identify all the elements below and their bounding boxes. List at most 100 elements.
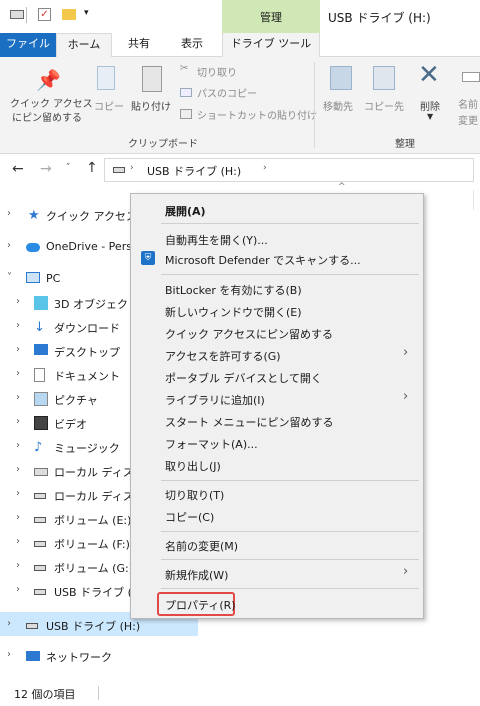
paste-button[interactable]: 貼り付け: [131, 98, 171, 113]
drive-icon: [113, 167, 125, 173]
sidebar-item-label: ダウンロード: [54, 322, 120, 335]
sidebar-item[interactable]: › ボリューム (F:): [0, 532, 130, 555]
drive-icon: [34, 517, 46, 523]
sidebar-item[interactable]: › 3D オブジェクト: [0, 292, 139, 315]
address-bar[interactable]: › USB ドライブ (H:) ›: [104, 158, 474, 182]
drive-icon: [34, 589, 46, 595]
sidebar-item[interactable]: ˅ PC: [0, 268, 130, 291]
sort-chevron-icon[interactable]: ^: [338, 182, 346, 192]
expand-chevron-right-icon[interactable]: ›: [16, 536, 20, 547]
expand-chevron-right-icon[interactable]: ›: [16, 440, 20, 451]
menu-item-bitlocker[interactable]: BitLocker を有効にする(B): [165, 282, 302, 298]
copy-button[interactable]: コピー: [94, 98, 124, 113]
expand-chevron-right-icon[interactable]: ›: [7, 208, 11, 219]
expand-chevron-right-icon[interactable]: ›: [7, 649, 11, 660]
tab-drive-tools[interactable]: ドライブ ツール: [222, 33, 320, 57]
pin-label-line1: クイック アクセス: [10, 99, 93, 110]
menu-item-defender-scan[interactable]: Microsoft Defender でスキャンする...: [165, 252, 361, 268]
tab-home[interactable]: ホーム: [56, 33, 112, 58]
sidebar-item[interactable]: › デスクトップ: [0, 340, 130, 363]
menu-item-eject[interactable]: 取り出し(J): [165, 458, 221, 474]
submenu-arrow-icon: ›: [403, 345, 409, 360]
expand-chevron-right-icon[interactable]: ›: [16, 368, 20, 379]
tab-share[interactable]: 共有: [114, 33, 164, 57]
properties-quick-icon[interactable]: ✓: [38, 8, 51, 21]
menu-item-properties[interactable]: プロパティ(R): [165, 597, 236, 613]
tab-view[interactable]: 表示: [166, 33, 218, 57]
expand-chevron-down-icon[interactable]: ˅: [7, 272, 12, 283]
up-arrow-icon[interactable]: ↑: [86, 160, 98, 176]
expand-chevron-right-icon[interactable]: ›: [7, 240, 11, 251]
rename-button[interactable]: 名前 変更: [458, 98, 478, 130]
menu-item-format[interactable]: フォーマット(A)...: [165, 436, 258, 452]
expand-chevron-right-icon[interactable]: ›: [16, 560, 20, 571]
menu-item-copy[interactable]: コピー(C): [165, 509, 214, 525]
sidebar-item[interactable]: › ★ クイック アクセス: [0, 204, 137, 227]
sidebar-item[interactable]: › ネットワーク: [0, 645, 130, 668]
copy-to-button[interactable]: コピー先: [364, 98, 404, 113]
menu-item-new[interactable]: 新規作成(W): [165, 567, 228, 583]
move-to-icon: [330, 66, 352, 90]
sidebar-item[interactable]: › ビデオ: [0, 412, 130, 435]
expand-chevron-right-icon[interactable]: ›: [7, 618, 11, 629]
back-arrow-icon[interactable]: ←: [12, 161, 24, 177]
sidebar-item-label: USB ドライブ (H:): [46, 620, 141, 633]
breadcrumb-path[interactable]: USB ドライブ (H:): [147, 163, 241, 179]
menu-item-expand[interactable]: 展開(A): [165, 203, 206, 219]
sidebar-item[interactable]: › USB ドライブ (H:): [0, 614, 140, 637]
sidebar-item[interactable]: › ローカル ディスク: [0, 460, 145, 483]
menu-item-open-portable[interactable]: ポータブル デバイスとして開く: [165, 370, 322, 386]
delete-button[interactable]: 削除: [420, 98, 440, 113]
drive-icon: [10, 10, 24, 19]
sidebar-item[interactable]: › ♪ ミュージック: [0, 436, 130, 459]
folder-icon[interactable]: [62, 9, 76, 20]
sidebar-item-label: ピクチャ: [54, 394, 98, 407]
sidebar-item-label: OneDrive - Perso: [46, 240, 139, 253]
menu-item-new-window[interactable]: 新しいウィンドウで開く(E): [165, 304, 302, 320]
expand-chevron-right-icon[interactable]: ›: [16, 584, 20, 595]
drive-icon: [34, 541, 46, 547]
breadcrumb-chevron-icon[interactable]: ›: [130, 163, 134, 173]
menu-item-add-library[interactable]: ライブラリに追加(I): [165, 392, 265, 408]
expand-chevron-right-icon[interactable]: ›: [16, 320, 20, 331]
move-to-button[interactable]: 移動先: [323, 98, 353, 113]
breadcrumb-chevron-icon[interactable]: ›: [263, 163, 267, 173]
expand-chevron-right-icon[interactable]: ›: [16, 464, 20, 475]
forward-arrow-icon[interactable]: →: [40, 161, 52, 177]
paste-shortcut-button[interactable]: ショートカットの貼り付け: [197, 107, 317, 122]
sidebar-item[interactable]: › ボリューム (E:): [0, 508, 131, 531]
content-scrollbar[interactable]: [473, 190, 474, 210]
menu-separator: [161, 531, 419, 532]
expand-chevron-right-icon[interactable]: ›: [16, 392, 20, 403]
drive-icon: [26, 623, 38, 629]
expand-chevron-right-icon[interactable]: ›: [16, 512, 20, 523]
menu-item-pin-start[interactable]: スタート メニューにピン留めする: [165, 414, 334, 430]
sidebar-item[interactable]: › OneDrive - Perso: [0, 236, 139, 259]
cut-button[interactable]: 切り取り: [197, 64, 237, 79]
menu-item-cut[interactable]: 切り取り(T): [165, 487, 224, 503]
copy-path-button[interactable]: パスのコピー: [197, 85, 257, 100]
sidebar-item[interactable]: › ボリューム (G:): [0, 556, 133, 579]
delete-dropdown-icon[interactable]: ▼: [427, 112, 433, 121]
tab-file[interactable]: ファイル: [0, 33, 56, 57]
star-icon: ★: [28, 208, 40, 223]
sidebar-item[interactable]: › USB ドライブ (H:: [0, 580, 144, 603]
pc-icon: [26, 272, 40, 283]
sidebar-item[interactable]: › ドキュメント: [0, 364, 130, 387]
recent-dropdown-icon[interactable]: ˅: [66, 163, 71, 173]
pin-quick-access-button[interactable]: クイック アクセス にピン留めする: [10, 98, 93, 126]
menu-item-autoplay[interactable]: 自動再生を開く(Y)...: [165, 232, 268, 248]
expand-chevron-right-icon[interactable]: ›: [16, 416, 20, 427]
manage-label: 管理: [260, 11, 282, 24]
expand-chevron-right-icon[interactable]: ›: [16, 344, 20, 355]
sidebar-item[interactable]: › ピクチャ: [0, 388, 130, 411]
menu-item-rename[interactable]: 名前の変更(M): [165, 538, 238, 554]
menu-item-give-access[interactable]: アクセスを許可する(G): [165, 348, 281, 364]
expand-chevron-right-icon[interactable]: ›: [16, 296, 20, 307]
sidebar-item[interactable]: › ローカル ディスク: [0, 484, 145, 507]
quick-access-dropdown-icon[interactable]: ▾: [84, 8, 89, 18]
menu-item-pin-quick-access[interactable]: クイック アクセスにピン留めする: [165, 326, 333, 342]
sidebar-item[interactable]: › ↓ ダウンロード: [0, 316, 130, 339]
clipboard-group-label: クリップボード: [128, 139, 198, 150]
expand-chevron-right-icon[interactable]: ›: [16, 488, 20, 499]
